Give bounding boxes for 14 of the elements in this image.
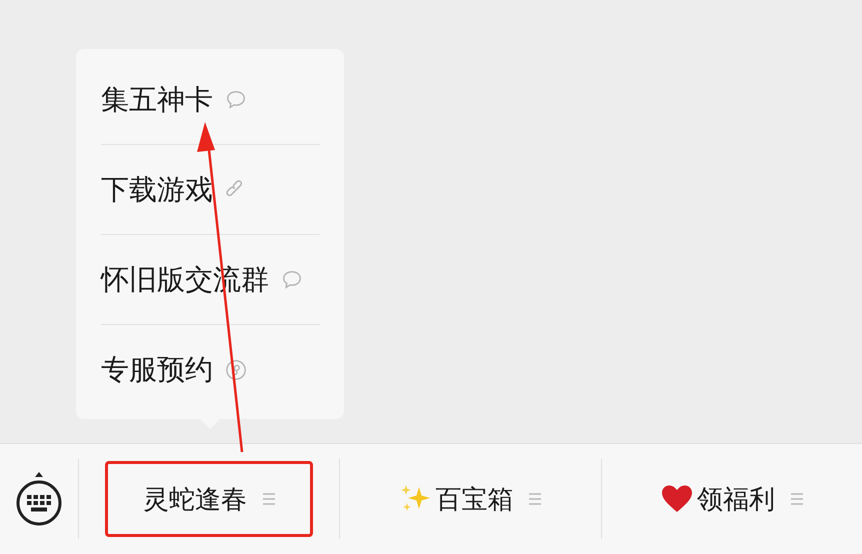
mini-program-icon xyxy=(225,358,247,380)
menu-item[interactable]: 集五神卡 xyxy=(101,80,213,118)
menu-icon xyxy=(263,492,276,506)
menu-tab[interactable]: 百宝箱 xyxy=(366,461,574,537)
menu-tab[interactable]: 灵蛇逢春 xyxy=(105,461,314,537)
keyboard-icon[interactable] xyxy=(14,471,64,527)
menu-icon xyxy=(790,492,803,506)
heart-icon xyxy=(660,483,693,515)
menu-item[interactable]: 专服预约 xyxy=(101,350,213,388)
chat-bubble-icon xyxy=(281,268,303,290)
menu-item[interactable]: 下载游戏 xyxy=(101,170,213,208)
chat-bubble-icon xyxy=(225,88,247,110)
menu-tab[interactable]: 领福利 xyxy=(628,461,836,537)
menu-icon xyxy=(529,492,542,506)
